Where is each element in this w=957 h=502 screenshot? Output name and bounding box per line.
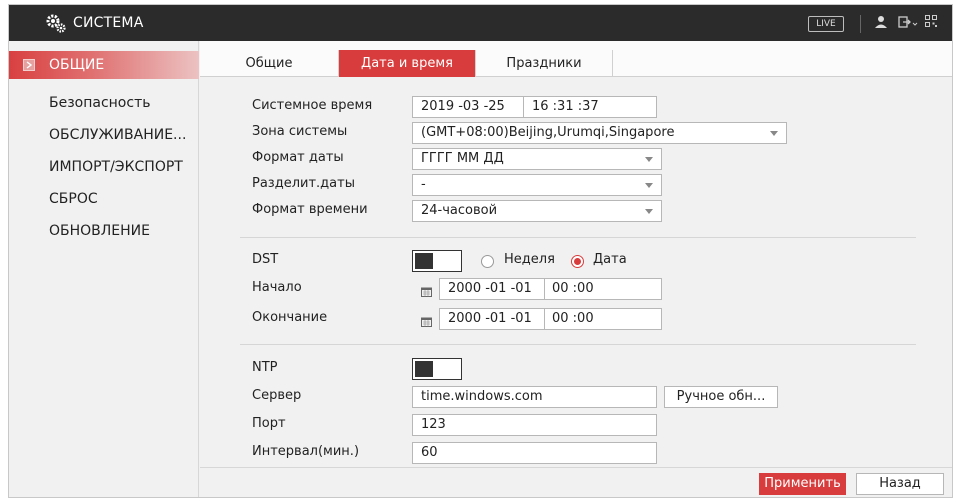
dst-label: DST [252,252,279,267]
footer-bar: Применить Назад [200,467,952,497]
sidebar-item-label: ИМПОРТ/ЭКСПОРТ [49,159,183,175]
ntp-label: NTP [252,360,278,375]
date-format-select[interactable]: ГГГГ ММ ДД [412,148,662,170]
tab-general[interactable]: Общие [200,50,339,77]
sidebar-item-label: ОБНОВЛЕНИЕ [49,223,150,239]
system-time-value: 16 :31 :37 [532,99,599,114]
ntp-toggle[interactable] [412,358,462,380]
top-bar: СИСТЕМА LIVE [9,5,952,41]
calendar-icon[interactable] [421,286,432,297]
radio-date[interactable] [571,255,584,268]
sidebar-item-label: Безопасность [49,95,151,111]
manual-update-button[interactable]: Ручное обн... [664,386,778,408]
radio-week-label: Неделя [504,252,555,267]
port-input[interactable]: 123 [412,414,657,436]
system-time-label: Системное время [252,98,373,113]
caret-down-icon [645,183,653,188]
system-time-field[interactable]: 2019 -03 -25 16 :31 :37 [412,96,657,118]
sidebar-item-label: СБРОС [49,191,98,207]
sidebar-item-import-export[interactable]: ИМПОРТ/ЭКСПОРТ [9,153,199,181]
radio-date-label: Дата [593,252,627,267]
server-input[interactable]: time.windows.com [412,386,657,408]
date-separator-select[interactable]: - [412,174,662,196]
dst-toggle[interactable] [412,250,462,272]
radio-week[interactable] [481,255,494,268]
section-divider [240,237,916,238]
time-format-value: 24-часовой [421,203,498,218]
dst-end-time: 00 :00 [552,311,594,326]
date-separator-value: - [421,177,426,192]
tab-date-time[interactable]: Дата и время [339,50,476,77]
time-format-select[interactable]: 24-часовой [412,200,662,222]
page-title: СИСТЕМА [73,15,144,31]
sidebar-item-update[interactable]: ОБНОВЛЕНИЕ [9,217,199,245]
interval-input[interactable]: 60 [412,442,657,464]
field-separator [523,97,524,117]
logout-icon[interactable] [898,15,918,33]
date-separator-label: Разделит.даты [252,176,355,191]
sidebar-item-label: ОБСЛУЖИВАНИЕ... [49,127,187,143]
live-button[interactable]: LIVE [808,16,844,32]
toggle-knob [415,361,433,377]
dst-start-date: 2000 -01 -01 [448,281,532,296]
sidebar-item-label: ОБЩИЕ [49,57,105,73]
qr-code-icon[interactable] [925,15,937,33]
toggle-knob [415,253,433,269]
caret-down-icon [645,209,653,214]
sidebar-item-security[interactable]: Безопасность [9,89,199,117]
tab-holidays[interactable]: Праздники [476,50,613,77]
topbar-divider [860,15,861,33]
interval-label: Интервал(мин.) [252,444,360,459]
date-format-label: Формат даты [252,150,344,165]
caret-down-icon [645,157,653,162]
field-separator [544,309,545,329]
field-separator [544,279,545,299]
system-date-value: 2019 -03 -25 [421,99,505,114]
dst-start-label: Начало [252,280,302,295]
time-format-label: Формат времени [252,202,368,217]
calendar-icon[interactable] [421,316,432,327]
date-time-form: Системное время 2019 -03 -25 16 :31 :37 … [200,78,952,466]
time-zone-value: (GMT+08:00)Beijing,Urumqi,Singapore [421,125,675,140]
dst-start-field[interactable]: 2000 -01 -01 00 :00 [439,278,662,300]
time-zone-label: Зона системы [252,124,348,139]
arrow-right-icon [23,59,35,71]
date-format-value: ГГГГ ММ ДД [421,151,504,166]
caret-down-icon [770,131,778,136]
sidebar-item-maintenance[interactable]: ОБСЛУЖИВАНИЕ... [9,121,199,149]
server-label: Сервер [252,388,302,403]
sidebar: ОБЩИЕ Безопасность ОБСЛУЖИВАНИЕ... ИМПОР… [9,41,199,497]
port-label: Порт [252,416,286,431]
gears-icon [45,13,67,35]
back-button[interactable]: Назад [856,473,944,495]
time-zone-select[interactable]: (GMT+08:00)Beijing,Urumqi,Singapore [412,122,787,144]
dst-end-date: 2000 -01 -01 [448,311,532,326]
dst-end-field[interactable]: 2000 -01 -01 00 :00 [439,308,662,330]
tab-bar: Общие Дата и время Праздники [200,41,952,77]
dst-end-label: Окончание [252,310,328,325]
dst-start-time: 00 :00 [552,281,594,296]
user-icon[interactable] [875,15,887,33]
sidebar-item-reset[interactable]: СБРОС [9,185,199,213]
sidebar-item-general[interactable]: ОБЩИЕ [9,51,199,79]
section-divider [240,344,916,345]
apply-button[interactable]: Применить [759,473,846,495]
settings-window: СИСТЕМА LIVE ОБЩИЕ Безопасность ОБСЛУЖИВ… [8,4,953,498]
